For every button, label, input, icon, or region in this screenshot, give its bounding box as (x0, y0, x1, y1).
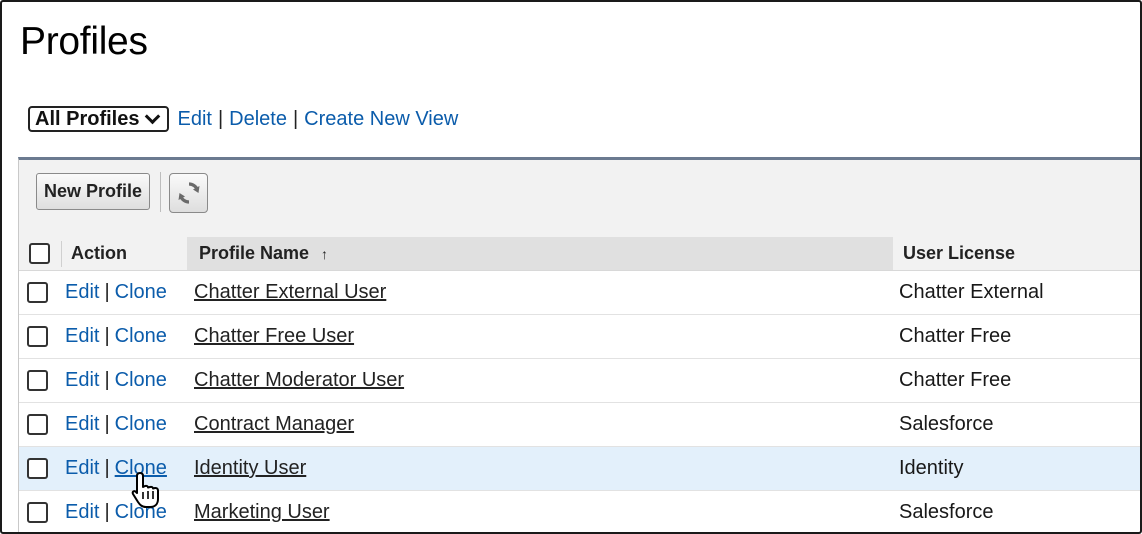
separator: | (104, 281, 110, 303)
clone-link[interactable]: Clone (115, 413, 167, 436)
user-license-cell: Chatter External (899, 281, 1044, 303)
row-checkbox-cell (27, 491, 48, 534)
view-select-value: All Profiles (35, 107, 140, 130)
user-license-cell: Identity (899, 457, 964, 479)
table-body: Edit | Clone Chatter External User Chatter E… (19, 271, 1142, 534)
view-select[interactable]: All Profiles (28, 106, 170, 132)
profile-name-cell: Chatter Moderator User (194, 359, 404, 402)
row-checkbox[interactable] (27, 326, 48, 347)
hand-pointer-icon (131, 472, 159, 508)
edit-link[interactable]: Edit (65, 369, 99, 392)
delete-view-link[interactable]: Delete (229, 108, 287, 131)
page-title: Profiles (20, 20, 148, 63)
row-checkbox[interactable] (27, 458, 48, 479)
row-actions: Edit | Clone (65, 403, 167, 446)
user-license-cell: Salesforce (899, 501, 994, 523)
separator: | (104, 457, 110, 479)
edit-link[interactable]: Edit (65, 325, 99, 348)
row-checkbox[interactable] (27, 282, 48, 303)
new-profile-button[interactable]: New Profile (36, 173, 151, 210)
profile-name-cell: Marketing User (194, 491, 330, 534)
table-row: Edit | Clone Contract Manager Salesforce (19, 403, 1142, 447)
row-checkbox-cell (27, 403, 48, 446)
profile-name-cell: Chatter External User (194, 271, 386, 314)
row-actions: Edit | Clone (65, 359, 167, 402)
separator: | (104, 325, 110, 347)
row-checkbox[interactable] (27, 502, 48, 523)
table-row: Edit | Clone Marketing User Salesforce (19, 491, 1142, 534)
clone-link[interactable]: Clone (115, 369, 167, 392)
profile-name-link[interactable]: Chatter External User (194, 281, 386, 304)
edit-link[interactable]: Edit (65, 501, 99, 524)
row-checkbox-cell (27, 271, 48, 314)
row-actions: Edit | Clone (65, 271, 167, 314)
clone-link[interactable]: Clone (115, 325, 167, 348)
profile-name-link[interactable]: Chatter Free User (194, 325, 354, 348)
user-license-cell: Chatter Free (899, 325, 1012, 347)
toolbar-divider (160, 172, 161, 212)
view-bar: All Profiles Edit | Delete | Create New … (28, 105, 458, 133)
edit-view-link[interactable]: Edit (177, 108, 211, 131)
row-checkbox[interactable] (27, 370, 48, 391)
profile-name-cell: Contract Manager (194, 403, 354, 446)
header-user-license[interactable]: User License (903, 237, 1015, 270)
separator: | (292, 107, 299, 130)
row-checkbox-cell (27, 315, 48, 358)
profile-name-cell: Chatter Free User (194, 315, 354, 358)
edit-link[interactable]: Edit (65, 413, 99, 436)
header-profile-name[interactable]: Profile Name ↑ (187, 237, 893, 270)
separator: | (217, 107, 224, 130)
separator: | (104, 413, 110, 435)
table-header: Action Profile Name ↑ User License (19, 237, 1142, 271)
row-checkbox-cell (27, 447, 48, 490)
sort-ascending-icon: ↑ (321, 245, 329, 262)
separator: | (104, 501, 110, 523)
row-checkbox[interactable] (27, 414, 48, 435)
table-row: Edit | Clone Chatter External User Chatter E… (19, 271, 1142, 315)
profiles-table: Action Profile Name ↑ User License Edit |… (19, 237, 1142, 534)
edit-link[interactable]: Edit (65, 457, 99, 480)
select-all-checkbox[interactable] (29, 243, 50, 264)
edit-link[interactable]: Edit (65, 281, 99, 304)
user-license-cell: Salesforce (899, 413, 994, 435)
table-row: Edit | Clone Chatter Moderator User Chatter … (19, 359, 1142, 403)
table-row: Edit | Clone Identity User Identity (19, 447, 1142, 491)
user-license-cell: Chatter Free (899, 369, 1012, 391)
clone-link[interactable]: Clone (115, 281, 167, 304)
separator: | (104, 369, 110, 391)
row-checkbox-cell (27, 359, 48, 402)
create-new-view-link[interactable]: Create New View (304, 108, 458, 131)
list-toolbar: New Profile (19, 160, 1142, 237)
list-panel: New Profile Action Profile Name ↑ User L… (18, 157, 1142, 534)
column-divider (61, 241, 62, 267)
header-action: Action (71, 243, 127, 263)
select-all-cell (29, 237, 50, 270)
header-profile-name-label: Profile Name (199, 243, 310, 263)
profile-name-cell: Identity User (194, 447, 306, 490)
profile-name-link[interactable]: Marketing User (194, 501, 330, 524)
chevron-down-icon (145, 108, 161, 124)
refresh-icon (178, 182, 199, 204)
profile-name-link[interactable]: Chatter Moderator User (194, 369, 404, 392)
refresh-button[interactable] (169, 173, 208, 213)
table-row: Edit | Clone Chatter Free User Chatter Free (19, 315, 1142, 359)
profile-name-link[interactable]: Contract Manager (194, 413, 354, 436)
row-actions: Edit | Clone (65, 315, 167, 358)
profile-name-link[interactable]: Identity User (194, 457, 306, 480)
